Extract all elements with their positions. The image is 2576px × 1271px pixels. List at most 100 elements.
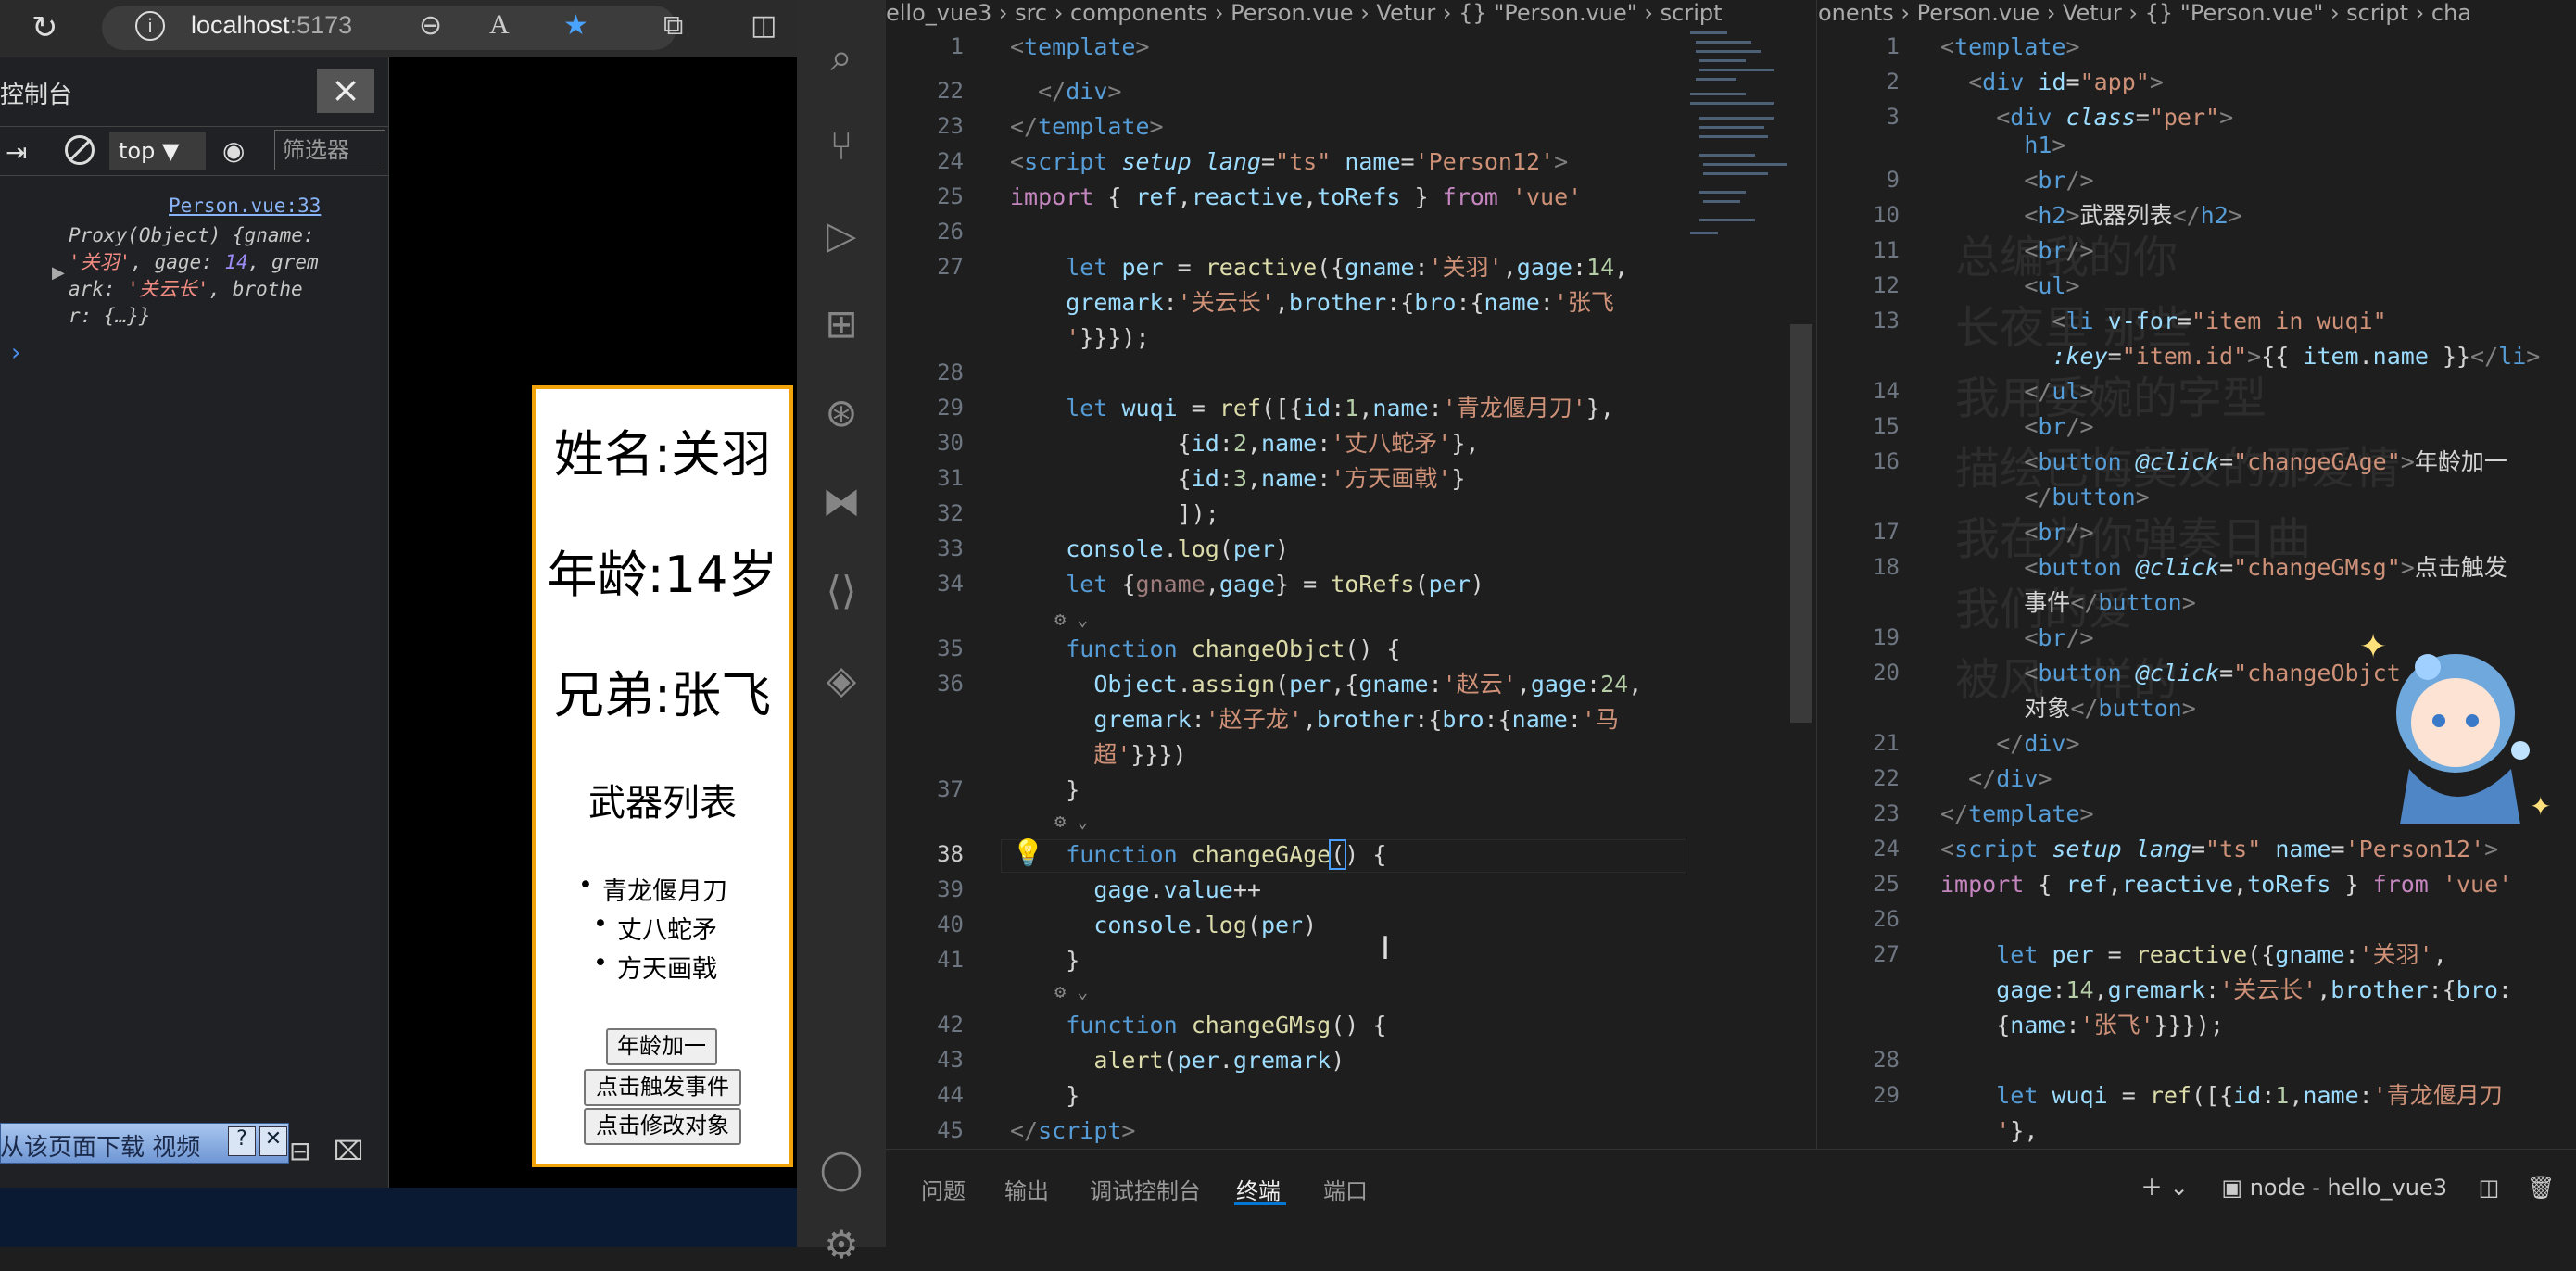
code-line[interactable]: <template> bbox=[1940, 30, 2080, 65]
code-line[interactable]: <br/> bbox=[1940, 409, 2093, 445]
code-line[interactable]: let per = reactive({gname:'关羽', bbox=[1940, 938, 2447, 973]
tab-debug-console[interactable]: 调试控制台 bbox=[1090, 1173, 1201, 1205]
layout-icon[interactable]: ⊟ bbox=[289, 1136, 310, 1166]
code-line[interactable]: </ul> bbox=[1940, 374, 2093, 409]
code-line[interactable]: ]); bbox=[1010, 497, 1219, 532]
code-line[interactable]: <script setup lang="ts" name='Person12'> bbox=[1940, 832, 2498, 867]
sidebar-toggle-icon[interactable]: ⇥ bbox=[6, 137, 27, 168]
download-text[interactable]: 从该页面下载 视频 bbox=[0, 1128, 200, 1163]
code-line[interactable]: } bbox=[1010, 1078, 1080, 1114]
code-line[interactable]: 超'}}}) bbox=[1010, 737, 1186, 773]
code-line[interactable]: let wuqi = ref([{id:1,name:'青龙偃月刀 bbox=[1940, 1078, 2503, 1114]
code-line[interactable]: <br/> bbox=[1940, 163, 2093, 198]
code-line[interactable]: import { ref,reactive,toRefs } from 'vue… bbox=[1010, 180, 1582, 215]
code-line[interactable]: h1> bbox=[1940, 128, 2065, 163]
vscode-logo-icon[interactable]: ◈ bbox=[815, 654, 867, 706]
split-screen-icon[interactable]: ◫ bbox=[751, 9, 777, 42]
split-terminal-icon[interactable]: ◫ bbox=[2479, 1175, 2500, 1201]
download-close-button[interactable]: ✕ bbox=[259, 1126, 287, 1156]
code-line[interactable]: </div> bbox=[1940, 726, 2079, 761]
expand-caret-icon[interactable]: ▶ bbox=[52, 263, 65, 283]
tab-output[interactable]: 输出 bbox=[1004, 1173, 1049, 1205]
code-line[interactable]: function changeObjct() { bbox=[1010, 632, 1400, 667]
code-line[interactable]: '}, bbox=[1940, 1114, 2038, 1149]
code-line[interactable]: </template> bbox=[1940, 797, 2094, 832]
code-line[interactable]: let per = reactive({gname:'关羽',gage:14, bbox=[1010, 250, 1628, 285]
account-icon[interactable]: ◯ bbox=[815, 1143, 867, 1195]
code-line[interactable]: {id:2,name:'丈八蛇矛'}, bbox=[1010, 426, 1480, 461]
code-line[interactable]: {id:3,name:'方天画戟'} bbox=[1010, 461, 1466, 497]
remote-icon[interactable]: ⟨⟩ bbox=[815, 565, 867, 617]
breadcrumb[interactable]: ello_vue3 › src › components › Person.vu… bbox=[886, 0, 1816, 30]
settings-gear-icon[interactable]: ⚙ bbox=[815, 1219, 867, 1271]
context-select[interactable]: top ▼ bbox=[109, 132, 206, 170]
extensions-icon[interactable]: ⊞ bbox=[815, 298, 867, 350]
code-line[interactable]: <li v-for="item in wuqi" bbox=[1940, 304, 2386, 339]
codelens-icon[interactable]: ⚙ ⌄ bbox=[1010, 804, 1088, 839]
codelens-icon[interactable]: ⚙ ⌄ bbox=[1010, 975, 1088, 1010]
code-line[interactable]: </template> bbox=[1010, 109, 1164, 145]
code-line[interactable]: </div> bbox=[1010, 74, 1121, 109]
console-prompt-icon[interactable]: › bbox=[11, 339, 20, 367]
code-line[interactable]: gage.value++ bbox=[1010, 873, 1261, 908]
code-line[interactable]: console.log(per) bbox=[1010, 908, 1317, 943]
terminal-controls[interactable]: ＋ ⌄ ▣ node - hello_vue3 ◫ 🗑 ✕ bbox=[2140, 1169, 2576, 1202]
age-plus-button[interactable]: 年龄加一 bbox=[606, 1028, 717, 1065]
reload-icon[interactable]: ↻ bbox=[32, 9, 58, 46]
code-line[interactable]: gremark:'关云长',brother:{bro:{name:'张飞 bbox=[1010, 285, 1614, 321]
code-line[interactable]: function changeGAge() { bbox=[1010, 837, 1386, 873]
screencast-icon[interactable]: ⌧ bbox=[334, 1136, 363, 1166]
clear-console-icon[interactable] bbox=[65, 135, 95, 165]
modify-object-button[interactable]: 点击修改对象 bbox=[584, 1108, 741, 1145]
tab-terminal[interactable]: 终端 bbox=[1236, 1173, 1281, 1205]
python-icon[interactable]: ⧓ bbox=[815, 476, 867, 528]
git-graph-icon[interactable]: ⊛ bbox=[815, 387, 867, 439]
code-line[interactable]: <button @click="changeGMsg">点击触发 bbox=[1940, 550, 2507, 585]
code-line[interactable]: <br/> bbox=[1940, 233, 2093, 269]
code-line[interactable]: </button> bbox=[1940, 480, 2149, 515]
code-line[interactable]: <button @click="changeObjct bbox=[1940, 656, 2400, 691]
run-debug-icon[interactable]: ▷ bbox=[815, 209, 867, 261]
code-line[interactable]: alert(per.gremark) bbox=[1010, 1043, 1345, 1078]
code-line[interactable]: } bbox=[1010, 773, 1080, 808]
extensions-icon[interactable]: ⧉ bbox=[663, 9, 683, 42]
log-source-link[interactable]: Person.vue:33 bbox=[169, 195, 321, 217]
url-text[interactable]: localhost:5173 bbox=[191, 11, 352, 40]
tab-ports[interactable]: 端口 bbox=[1323, 1173, 1368, 1205]
code-line[interactable]: <div id="app"> bbox=[1940, 65, 2164, 100]
code-line[interactable]: Object.assign(per,{gname:'赵云',gage:24, bbox=[1010, 667, 1642, 702]
close-icon[interactable]: × bbox=[317, 69, 374, 113]
code-line[interactable]: 事件</button> bbox=[1940, 585, 2196, 621]
code-line[interactable]: <template> bbox=[1010, 30, 1150, 65]
code-line[interactable]: let wuqi = ref([{id:1,name:'青龙偃月刀'}, bbox=[1010, 391, 1614, 426]
code-line[interactable]: </div> bbox=[1940, 761, 2052, 797]
trigger-event-button[interactable]: 点击触发事件 bbox=[584, 1069, 741, 1106]
add-terminal-icon[interactable]: ＋ ⌄ bbox=[2140, 1175, 2189, 1201]
code-line[interactable]: let {gname,gage} = toRefs(per) bbox=[1010, 567, 1484, 602]
code-line[interactable]: :key="item.id">{{ item.name }}</li> bbox=[1940, 339, 2540, 374]
scrollbar[interactable] bbox=[1790, 324, 1812, 723]
code-line[interactable]: } bbox=[1010, 943, 1080, 978]
terminal-name[interactable]: node - hello_vue3 bbox=[2250, 1175, 2447, 1201]
code-line[interactable]: gage:14,gremark:'关云长',brother:{bro: bbox=[1940, 973, 2512, 1008]
source-control-icon[interactable]: ⑂ bbox=[815, 120, 867, 172]
tab-problems[interactable]: 问题 bbox=[921, 1173, 966, 1205]
trash-icon[interactable]: 🗑 bbox=[2527, 1175, 2555, 1201]
code-line[interactable]: </script> bbox=[1010, 1114, 1135, 1149]
code-line[interactable]: function changeGMsg() { bbox=[1010, 1008, 1386, 1043]
code-line[interactable]: import { ref,reactive,toRefs } from 'vue… bbox=[1940, 867, 2512, 902]
filter-input[interactable]: 筛选器 bbox=[274, 130, 385, 170]
minimap[interactable] bbox=[1686, 28, 1798, 241]
zoom-out-icon[interactable]: ⊖ bbox=[419, 9, 442, 42]
code-line[interactable]: {name:'张飞'}}}); bbox=[1940, 1008, 2224, 1043]
eye-icon[interactable]: ◉ bbox=[222, 135, 245, 166]
search-icon[interactable]: ⌕ bbox=[815, 31, 867, 83]
info-icon[interactable]: i bbox=[135, 11, 165, 41]
code-line[interactable]: <br/> bbox=[1940, 621, 2093, 656]
code-line[interactable]: 对象</button> bbox=[1940, 691, 2196, 726]
code-line[interactable]: '}}}); bbox=[1010, 321, 1149, 356]
read-aloud-icon[interactable]: A bbox=[489, 9, 510, 41]
favorite-star-icon[interactable]: ★ bbox=[563, 9, 588, 42]
address-bar[interactable] bbox=[102, 6, 676, 50]
code-line[interactable]: <h2>武器列表</h2> bbox=[1940, 198, 2242, 233]
